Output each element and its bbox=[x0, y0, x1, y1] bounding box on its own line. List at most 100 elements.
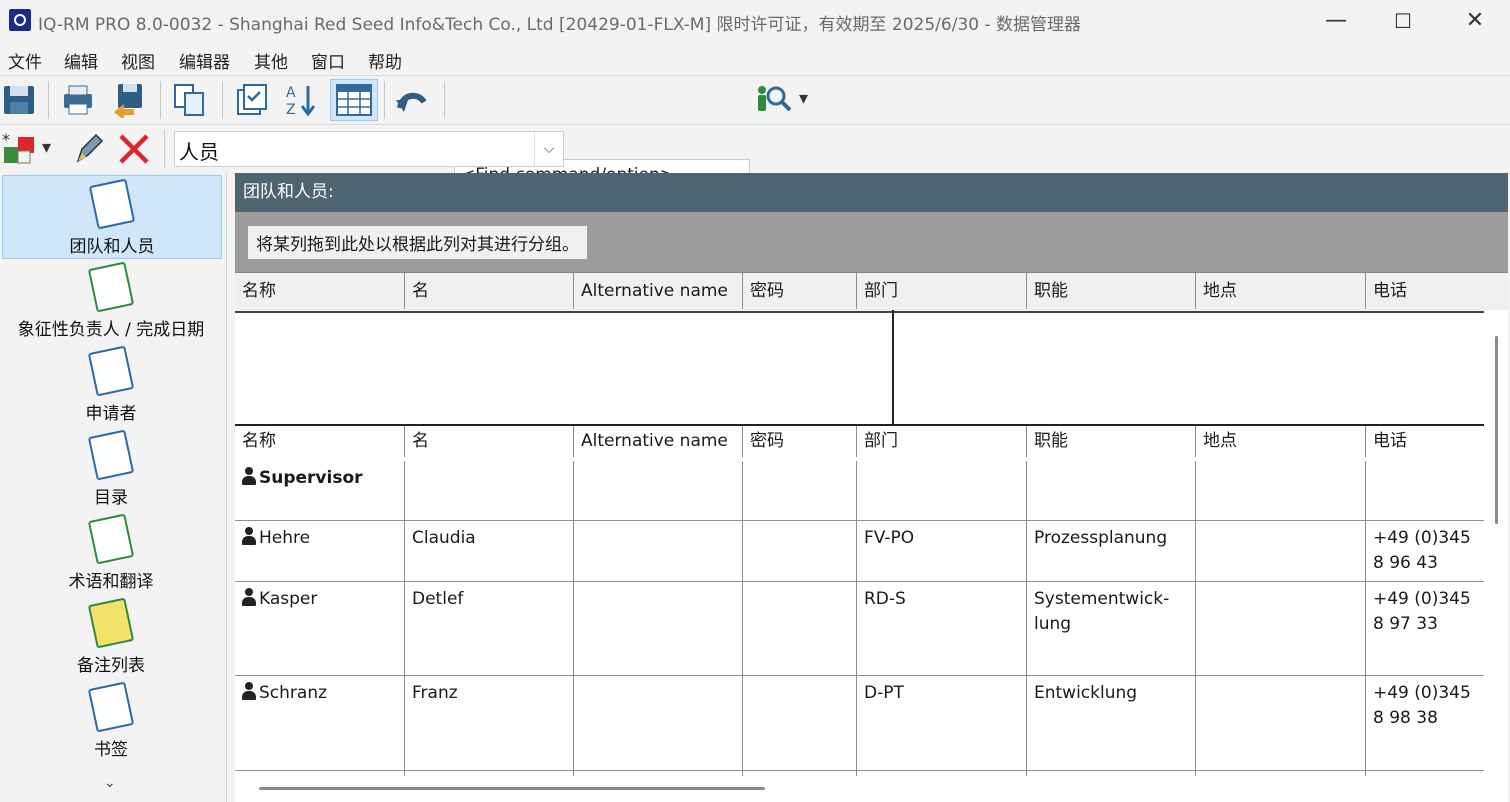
toolbar-separator bbox=[444, 81, 445, 119]
svg-text:*: * bbox=[2, 131, 10, 149]
search-person-icon[interactable] bbox=[756, 82, 792, 118]
vertical-scrollbar[interactable] bbox=[1484, 310, 1508, 802]
maximize-button[interactable]: ☐ bbox=[1380, 8, 1426, 34]
column-header-first-name[interactable]: 名 bbox=[405, 273, 574, 309]
sidebar-item-symbolic-responsible[interactable]: 象征性负责人 / 完成日期 bbox=[2, 259, 220, 341]
cell-phone: +49 (0)345 8 97 33 bbox=[1373, 589, 1471, 634]
sidebar-item-bookmark[interactable]: 书签 bbox=[2, 679, 220, 761]
column-header-function[interactable]: 职能 bbox=[1027, 273, 1196, 309]
person-icon bbox=[242, 467, 256, 485]
cell-department bbox=[857, 461, 1027, 520]
save-as-icon[interactable] bbox=[110, 82, 146, 120]
minimize-button[interactable]: — bbox=[1313, 8, 1359, 34]
close-button[interactable]: ✕ bbox=[1452, 8, 1498, 34]
sidebar-item-catalog[interactable]: 目录 bbox=[2, 427, 220, 509]
menu-edit[interactable]: 编辑 bbox=[64, 48, 98, 73]
cell-location bbox=[1196, 582, 1366, 675]
sort-az-icon[interactable]: AZ bbox=[284, 82, 320, 118]
print-icon[interactable] bbox=[60, 82, 96, 118]
print-header-first-name: 名 bbox=[405, 426, 574, 457]
team-icon bbox=[88, 178, 136, 230]
person-icon bbox=[242, 682, 256, 700]
cell-location bbox=[1196, 676, 1366, 770]
glossary-icon bbox=[87, 513, 135, 565]
column-header-name[interactable]: 名称 bbox=[235, 273, 405, 309]
cell-function bbox=[1027, 461, 1196, 520]
cell-first-name: Claudia bbox=[405, 521, 574, 581]
new-object-icon[interactable]: * bbox=[2, 130, 38, 167]
menu-bar: 文件 编辑 视图 编辑器 其他 窗口 帮助 bbox=[0, 44, 1510, 73]
undo-icon[interactable] bbox=[394, 82, 430, 118]
menu-help[interactable]: 帮助 bbox=[368, 48, 402, 73]
table-row[interactable]: Schranz Franz D-PT Entwicklung +49 (0)34… bbox=[235, 676, 1484, 771]
applicant-icon bbox=[87, 345, 135, 397]
table-row[interactable]: Supervisor bbox=[235, 461, 1484, 521]
cell-alternative-name bbox=[574, 521, 743, 581]
sidebar-more-chevron-icon[interactable]: ⌄ bbox=[104, 775, 116, 791]
sidebar-item-label: 备注列表 bbox=[77, 656, 145, 676]
cell-phone: +49 (0)345 8 96 43 bbox=[1373, 528, 1471, 573]
group-by-area[interactable]: 将某列拖到此处以根据此列对其进行分组。 bbox=[235, 212, 1508, 272]
toolbar-separator bbox=[384, 81, 385, 119]
sidebar-item-label: 目录 bbox=[94, 488, 128, 508]
sidebar-item-applicant[interactable]: 申请者 bbox=[2, 343, 220, 425]
person-icon bbox=[242, 588, 256, 606]
menu-file[interactable]: 文件 bbox=[8, 48, 42, 73]
cell-password bbox=[743, 582, 857, 675]
sidebar-item-label: 术语和翻译 bbox=[68, 572, 154, 592]
table-view-icon[interactable] bbox=[330, 79, 378, 121]
cell-alternative-name bbox=[574, 676, 743, 770]
cell-department: RD-S bbox=[857, 582, 1027, 675]
cell-name: Hehre bbox=[235, 521, 405, 581]
delete-icon[interactable] bbox=[116, 131, 152, 167]
sidebar-item-glossary[interactable]: 术语和翻译 bbox=[2, 511, 220, 593]
sidebar-item-label: 象征性负责人 / 完成日期 bbox=[17, 320, 205, 340]
catalog-icon bbox=[87, 429, 135, 481]
sidebar-item-label: 书签 bbox=[94, 740, 128, 760]
column-header-phone[interactable]: 电话 bbox=[1366, 273, 1508, 309]
notes-icon bbox=[87, 597, 135, 649]
edit-pencil-icon[interactable] bbox=[70, 131, 106, 167]
table-row[interactable]: Kasper Detlef RD-S Systementwick-lung +4… bbox=[235, 582, 1484, 676]
vertical-scroll-thumb[interactable] bbox=[1495, 336, 1498, 524]
chevron-down-icon[interactable]: ⌵ bbox=[534, 132, 563, 166]
new-object-dropdown-arrow[interactable]: ▾ bbox=[42, 137, 51, 158]
column-header-department[interactable]: 部门 bbox=[857, 273, 1027, 309]
search-dropdown-arrow[interactable]: ▾ bbox=[799, 88, 808, 109]
menu-other[interactable]: 其他 bbox=[254, 48, 288, 73]
people-grid: 名称 名 Alternative name 密码 部门 职能 地点 电话 名称 … bbox=[235, 272, 1508, 802]
sidebar-item-team-and-people[interactable]: 团队和人员 bbox=[2, 175, 222, 259]
cell-first-name bbox=[405, 461, 574, 520]
object-type-select[interactable]: 人员 ⌵ bbox=[174, 131, 564, 167]
copy-format-icon[interactable] bbox=[172, 82, 208, 118]
column-header-location[interactable]: 地点 bbox=[1196, 273, 1366, 309]
print-header-phone: 电话 bbox=[1373, 431, 1407, 451]
checklist-icon[interactable] bbox=[234, 82, 270, 118]
cell-department: D-PT bbox=[857, 676, 1027, 770]
cell-phone: +49 (0)345 8 98 38 bbox=[1373, 683, 1471, 728]
cell-alternative-name bbox=[574, 461, 743, 520]
navigation-sidebar: 团队和人员 象征性负责人 / 完成日期 申请者 目录 术语和翻译 备注列表 书签 bbox=[0, 173, 227, 802]
preview-divider bbox=[892, 310, 894, 424]
sidebar-item-notes[interactable]: 备注列表 bbox=[2, 595, 220, 677]
print-header-department: 部门 bbox=[857, 426, 1027, 457]
print-header-name: 名称 bbox=[235, 426, 405, 457]
cell-function: Prozessplanung bbox=[1027, 521, 1196, 581]
column-header-alternative-name[interactable]: Alternative name bbox=[574, 273, 743, 309]
column-header-password[interactable]: 密码 bbox=[743, 273, 857, 309]
toolbar-separator bbox=[48, 81, 49, 119]
table-row[interactable]: Hehre Claudia FV-PO Prozessplanung +49 (… bbox=[235, 521, 1484, 582]
horizontal-scroll-thumb[interactable] bbox=[259, 787, 765, 790]
app-icon bbox=[9, 9, 31, 31]
horizontal-scrollbar[interactable] bbox=[235, 776, 1484, 802]
menu-window[interactable]: 窗口 bbox=[311, 48, 345, 73]
cell-name: Schranz bbox=[235, 676, 405, 770]
toolbar-separator bbox=[160, 81, 161, 119]
cell-function: Systementwick-lung bbox=[1027, 582, 1196, 675]
menu-view[interactable]: 视图 bbox=[121, 48, 155, 73]
toolbar-separator bbox=[164, 130, 165, 168]
save-icon[interactable] bbox=[2, 82, 38, 118]
menu-editor[interactable]: 编辑器 bbox=[179, 48, 230, 73]
cell-first-name: Franz bbox=[405, 676, 574, 770]
person-icon bbox=[242, 527, 256, 545]
